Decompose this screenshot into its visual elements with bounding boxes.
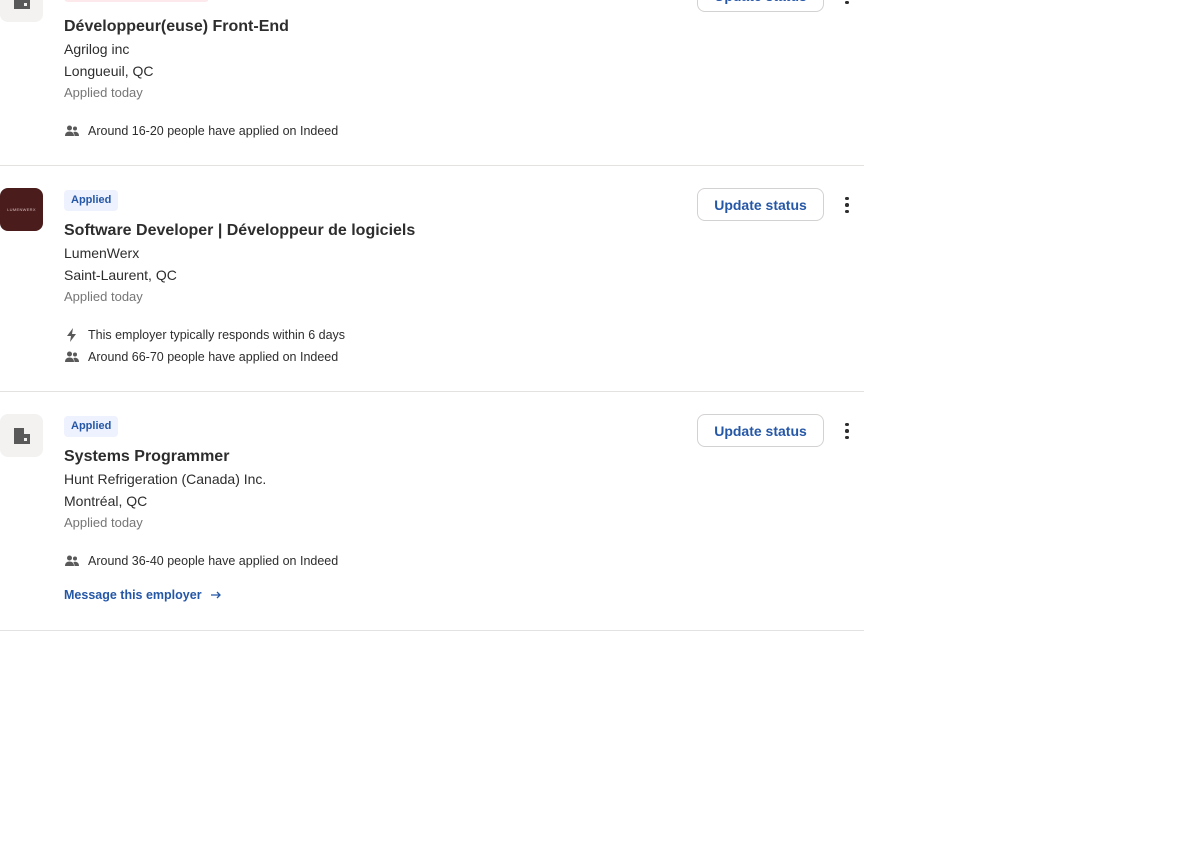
application-card: Applied Systems Programmer Hunt Refriger… [0,392,864,631]
building-icon [13,427,30,444]
more-options-icon[interactable] [837,418,857,444]
building-icon [13,0,30,9]
applied-date: Applied today [64,85,143,100]
application-card: Développeur(euse) Front-End Agrilog inc … [0,0,864,166]
applicants-info: Around 36-40 people have applied on Inde… [64,550,864,572]
applicants-info: Around 66-70 people have applied on Inde… [64,346,864,368]
applications-list: Développeur(euse) Front-End Agrilog inc … [0,0,864,631]
people-icon [65,555,79,566]
logo-text: LUMENWERX [7,207,36,212]
applicants-text: Around 36-40 people have applied on Inde… [88,554,339,568]
application-card: LUMENWERX Applied Software Developer | D… [0,166,864,392]
job-location: Longueuil, QC [64,63,154,79]
response-text: This employer typically responds within … [88,328,346,342]
lightning-icon [67,328,76,342]
update-status-button[interactable]: Update status [697,0,824,12]
applied-date: Applied today [64,289,143,304]
people-icon [65,351,79,362]
job-title[interactable]: Développeur(euse) Front-End [64,16,864,38]
applied-date: Applied today [64,515,143,530]
company-name: LumenWerx [64,245,140,261]
people-icon [65,125,79,136]
update-status-button[interactable]: Update status [697,188,824,221]
job-location: Montréal, QC [64,493,148,509]
company-logo [0,414,43,457]
company-name: Agrilog inc [64,41,130,57]
job-title[interactable]: Systems Programmer [64,446,864,468]
job-title[interactable]: Software Developer | Développeur de logi… [64,220,864,242]
message-employer-link[interactable]: Message this employer [64,584,222,606]
status-badge: Applied [64,416,119,437]
applicants-text: Around 16-20 people have applied on Inde… [88,124,339,138]
more-options-icon[interactable] [837,192,857,218]
arrow-right-icon [210,591,221,599]
response-info: This employer typically responds within … [64,324,864,346]
update-status-button[interactable]: Update status [697,414,824,447]
status-badge [64,0,209,2]
message-employer-label: Message this employer [64,588,202,602]
company-name: Hunt Refrigeration (Canada) Inc. [64,471,267,487]
more-options-icon[interactable] [837,0,857,9]
company-logo: LUMENWERX [0,188,43,231]
status-badge: Applied [64,190,119,211]
applicants-info: Around 16-20 people have applied on Inde… [64,120,864,142]
company-logo [0,0,43,22]
job-location: Saint-Laurent, QC [64,267,177,283]
applicants-text: Around 66-70 people have applied on Inde… [88,350,339,364]
